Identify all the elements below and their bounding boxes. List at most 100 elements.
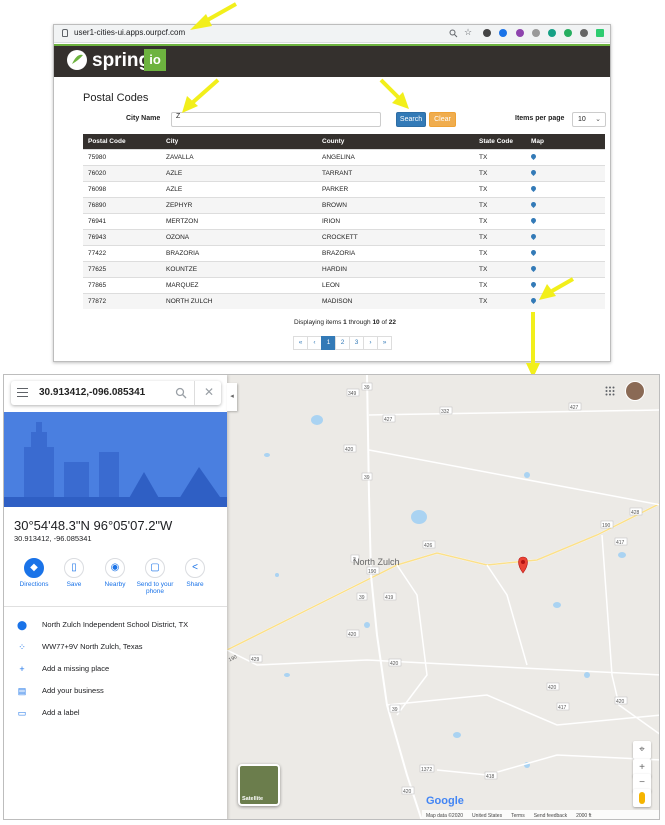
city-name-input[interactable]: Z [171, 112, 381, 127]
search-icon[interactable] [175, 387, 187, 399]
terms-link[interactable]: Terms [511, 813, 525, 819]
table-cell: 76941 [83, 212, 161, 229]
close-icon[interactable]: ✕ [204, 385, 214, 399]
map-link-cell[interactable] [526, 212, 605, 229]
send-label-line1: Send to your [136, 581, 174, 588]
map-link-cell[interactable] [526, 164, 605, 181]
send-label-line2: phone [145, 588, 165, 595]
google-logo-text: Google [426, 795, 464, 807]
road-label: 418 [486, 774, 495, 780]
search-button[interactable]: Search [396, 112, 426, 127]
send-to-phone-button[interactable]: ▢ Send to your phone [132, 558, 178, 595]
map-marker-icon[interactable] [529, 200, 538, 208]
map-link-cell[interactable] [526, 148, 605, 165]
column-header: City [161, 134, 317, 149]
share-button[interactable]: < Share [176, 558, 214, 588]
extension-icon[interactable] [548, 29, 556, 37]
map-marker-icon[interactable] [529, 296, 538, 304]
extension-icon[interactable] [532, 29, 540, 37]
place-title: 30°54'48.3"N 96°05'07.2"W [14, 518, 173, 533]
street-view-pegman-icon[interactable] [633, 789, 651, 807]
table-cell: IRION [317, 212, 474, 229]
table-cell: 76098 [83, 180, 161, 197]
road-label: 417 [558, 705, 567, 711]
my-location-button[interactable]: ⌖ [633, 741, 651, 759]
extension-icon[interactable] [516, 29, 524, 37]
menu-icon[interactable] [17, 388, 28, 397]
table-cell: TX [474, 228, 526, 245]
table-cell: TX [474, 260, 526, 277]
pagination-button[interactable]: « [293, 336, 308, 350]
clear-button[interactable]: Clear [429, 112, 456, 127]
bookmark-star-icon[interactable]: ☆ [464, 27, 472, 38]
map-link-cell[interactable] [526, 196, 605, 213]
extension-icon[interactable] [499, 29, 507, 37]
url-text[interactable]: user1-cities-ui.apps.ourpcf.com [74, 28, 185, 37]
save-button[interactable]: ▯ Save [55, 558, 93, 588]
address-bar[interactable]: user1-cities-ui.apps.ourpcf.com ☆ [54, 25, 610, 43]
map-link-cell[interactable] [526, 244, 605, 261]
apps-grid-icon[interactable] [605, 386, 615, 396]
road-label: 39 [364, 475, 370, 481]
map-marker-icon[interactable] [529, 152, 538, 160]
road-label: 1372 [421, 767, 432, 773]
items-per-page-select[interactable]: 10 ⌄ [572, 112, 606, 127]
map-canvas[interactable]: 39 349 427 332 427 420 39 428 190 417 42… [227, 375, 660, 820]
lock-icon [62, 29, 68, 37]
table-cell: 77865 [83, 276, 161, 293]
map-marker-icon[interactable] [529, 248, 538, 256]
plus-code-icon: ⁘ [18, 642, 26, 652]
school-district-link[interactable]: North Zulch Independent School District,… [42, 620, 188, 629]
pagination: «‹ 1 2 3 ›» [293, 336, 392, 350]
avatar[interactable] [625, 381, 645, 401]
map-marker-icon[interactable] [529, 184, 538, 192]
add-missing-place-link[interactable]: Add a missing place [42, 664, 109, 673]
map-marker-icon[interactable] [529, 264, 538, 272]
map-link-cell[interactable] [526, 276, 605, 293]
road-label: 419 [385, 595, 394, 601]
table-cell: 76890 [83, 196, 161, 213]
town-label: North Zulch [353, 557, 400, 567]
extension-icon[interactable] [564, 29, 572, 37]
pagination-button[interactable]: 2 [335, 336, 350, 350]
table-cell: TX [474, 148, 526, 165]
map-link-cell[interactable] [526, 292, 605, 309]
search-icon[interactable] [449, 29, 458, 38]
place-coordinates: 30.913412, -96.085341 [14, 534, 92, 543]
maps-search-box[interactable]: 30.913412,-096.085341 ✕ [11, 381, 221, 405]
divider [4, 606, 227, 607]
table-row: 76943 OZONA CROCKETT TX [83, 228, 605, 245]
send-feedback-link[interactable]: Send feedback [534, 813, 567, 819]
extension-icon[interactable] [596, 29, 604, 37]
collapse-panel-button[interactable]: ◂ [227, 383, 237, 411]
extension-icon[interactable] [483, 29, 491, 37]
pagination-button[interactable]: 1 [321, 336, 336, 350]
map-marker-icon[interactable] [529, 216, 538, 224]
add-business-link[interactable]: Add your business [42, 686, 104, 695]
add-label-link[interactable]: Add a label [42, 708, 80, 717]
extension-icon[interactable] [580, 29, 588, 37]
pagination-button[interactable]: 3 [349, 336, 364, 350]
road-label: 420 [345, 447, 354, 453]
paging-to: 10 [372, 319, 380, 326]
plus-code-text[interactable]: WW77+9V North Zulch, Texas [42, 642, 143, 651]
country-link[interactable]: United States [472, 813, 502, 819]
directions-button[interactable]: ◆ Directions [15, 558, 53, 588]
table-cell: MADISON [317, 292, 474, 309]
paging-prefix: Displaying items [294, 319, 344, 326]
pagination-button[interactable]: › [363, 336, 378, 350]
map-link-cell[interactable] [526, 180, 605, 197]
nearby-button[interactable]: ◉ Nearby [96, 558, 134, 588]
paging-summary: Displaying items 1 through 10 of 22 [294, 319, 396, 326]
pagination-button[interactable]: ‹ [307, 336, 322, 350]
map-marker-icon[interactable] [529, 232, 538, 240]
map-link-cell[interactable] [526, 260, 605, 277]
map-marker-icon[interactable] [529, 280, 538, 288]
pagination-button[interactable]: » [377, 336, 392, 350]
table-cell: 75980 [83, 148, 161, 165]
map-marker-icon[interactable] [529, 168, 538, 176]
map-link-cell[interactable] [526, 228, 605, 245]
table-cell: BRAZORIA [317, 244, 474, 261]
table-cell: 77625 [83, 260, 161, 277]
maps-search-input[interactable]: 30.913412,-096.085341 [39, 387, 145, 398]
